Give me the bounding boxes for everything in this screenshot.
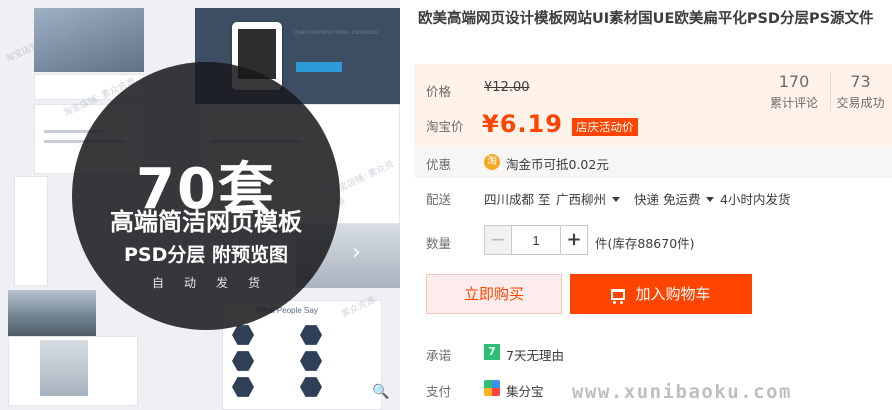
add-to-cart-button[interactable]: 加入购物车	[570, 274, 752, 314]
price-box: 价格 ¥12.00 淘宝价 ¥6.19 店庆活动价 170 累计评论 73 交易…	[414, 64, 892, 146]
site-watermark: www.xunibaoku.com	[572, 381, 792, 403]
quantity-decrease-button[interactable]: −	[484, 225, 512, 255]
quantity-label: 数量	[426, 236, 452, 251]
current-price: ¥6.19	[482, 110, 563, 138]
promo-badge: 店庆活动价	[572, 118, 638, 136]
deals-label: 交易成功	[836, 96, 885, 110]
taobao-coin-icon: 淘	[484, 154, 500, 170]
cart-icon	[611, 289, 626, 304]
deals-count: 73	[850, 72, 871, 91]
reviews-count: 170	[778, 72, 810, 91]
taobao-price-label: 淘宝价	[426, 119, 464, 134]
coin-discount-text: 淘金币可抵0.02元	[506, 157, 609, 172]
product-image[interactable]: Quam eleifend metus commodo What People …	[0, 0, 400, 410]
gallery-next-arrow-icon[interactable]: ›	[352, 240, 361, 265]
quantity-stepper: − +	[484, 225, 588, 255]
quantity-increase-button[interactable]: +	[560, 225, 588, 255]
promo-circle-overlay: 70套 高端简洁网页模板 PSD分层 附预览图 自动发货	[72, 62, 340, 330]
template-caption: Quam eleifend metus commodo	[293, 30, 379, 36]
seven-day-return-icon: 7	[484, 344, 500, 360]
ship-to-select[interactable]: 广西柳州	[556, 189, 621, 208]
promise-label: 承诺	[426, 348, 452, 363]
deals-stat[interactable]: 73 交易成功	[830, 72, 890, 111]
product-info-panel: 欧美高端网页设计模板网站UI素材国UE欧美扁平化PSD分层PS源文件 价格 ¥1…	[414, 0, 892, 410]
chevron-down-icon	[706, 197, 715, 202]
discount-label: 优惠	[426, 157, 452, 172]
payment-text: 集分宝	[506, 384, 544, 399]
template-mini-button	[296, 62, 342, 72]
ship-from: 四川成都 至	[484, 192, 551, 207]
overlay-auto-delivery: 自动发货	[151, 276, 271, 290]
chevron-down-icon	[612, 197, 621, 202]
zoom-icon[interactable]: 🔍	[372, 384, 389, 400]
promise-text[interactable]: 7天无理由	[506, 345, 564, 364]
quantity-input[interactable]	[512, 225, 560, 255]
jifenbao-icon	[484, 380, 500, 396]
buy-now-button[interactable]: 立即购买	[426, 274, 562, 314]
delivery-label: 配送	[426, 192, 452, 207]
reviews-stat[interactable]: 170 累计评论	[764, 72, 824, 111]
original-price: ¥12.00	[484, 80, 530, 95]
payment-label: 支付	[426, 384, 452, 399]
discount-row: 优惠 淘 淘金币可抵0.02元	[414, 146, 892, 178]
shipping-method-select[interactable]: 快递 免运费	[634, 189, 715, 208]
template-thumb	[14, 176, 48, 286]
ship-time: 4小时内发货	[720, 192, 791, 207]
price-label: 价格	[426, 84, 452, 99]
overlay-subtitle: 高端简洁网页模板	[110, 208, 302, 236]
product-title: 欧美高端网页设计模板网站UI素材国UE欧美扁平化PSD分层PS源文件	[418, 11, 874, 27]
template-thumb-photo	[40, 340, 88, 396]
stock-text: 件(库存88670件)	[595, 236, 695, 251]
reviews-label: 累计评论	[769, 96, 818, 110]
template-thumb-photo	[8, 290, 96, 336]
overlay-feature: PSD分层 附预览图	[124, 244, 288, 266]
